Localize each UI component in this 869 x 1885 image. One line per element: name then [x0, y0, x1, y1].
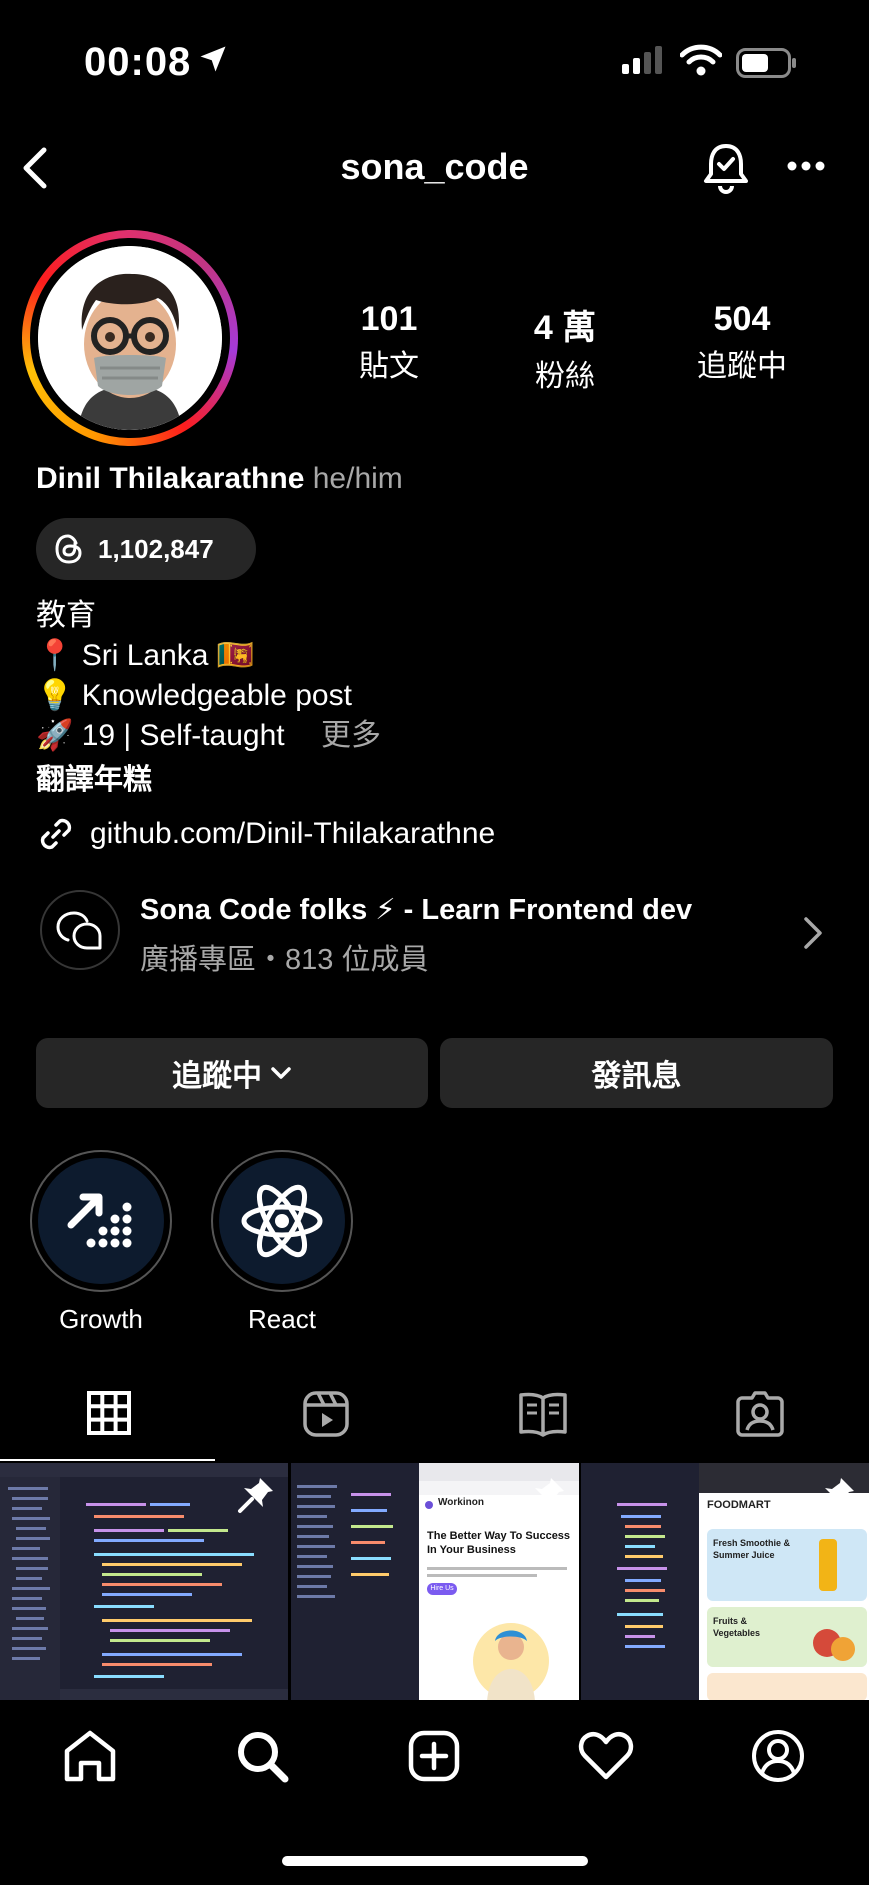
- tab-posts-grid[interactable]: [0, 1390, 217, 1438]
- nav-profile[interactable]: [748, 1726, 808, 1786]
- guides-icon: [518, 1392, 567, 1437]
- chevron-down-icon: [271, 1067, 291, 1079]
- rocket-emoji-icon: 🚀: [36, 719, 74, 752]
- highlight-label: Growth: [59, 1304, 143, 1334]
- avatar[interactable]: [38, 246, 222, 430]
- post-item-title: Fresh Smoothie & Summer Juice: [713, 1538, 791, 1560]
- pin-emoji-icon: 📍: [36, 639, 74, 672]
- threads-icon: [55, 534, 82, 564]
- nav-activity[interactable]: [576, 1726, 636, 1786]
- status-time: 00:08: [84, 40, 192, 84]
- link-icon: [40, 818, 72, 850]
- followers-label: 粉絲: [535, 360, 595, 393]
- nav-create[interactable]: [404, 1726, 464, 1786]
- heart-icon: [578, 1732, 634, 1780]
- pinned-icon: [238, 1478, 273, 1513]
- bio-line-location: 📍 Sri Lanka 🇱🇰: [36, 636, 254, 676]
- home-icon: [64, 1730, 116, 1782]
- post-thumbnail[interactable]: Workinon The Better Way To Success In Yo…: [291, 1463, 579, 1701]
- profile-link[interactable]: github.com/Dinil-Thilakarathne: [36, 814, 495, 854]
- stat-posts[interactable]: 101 貼文: [324, 300, 454, 385]
- posts-label: 貼文: [359, 350, 419, 383]
- bio-line-age: 🚀 19 | Self-taught 更多: [36, 716, 381, 756]
- grid-icon: [86, 1391, 131, 1435]
- tagged-icon: [735, 1391, 784, 1437]
- active-tab-indicator: [0, 1459, 215, 1461]
- cellular-signal-icon: [622, 46, 662, 74]
- location-arrow-icon: [200, 46, 226, 72]
- notification-bell-icon[interactable]: [700, 140, 752, 196]
- bio-text: Sri Lanka 🇱🇰: [81, 639, 255, 672]
- tab-guides[interactable]: [434, 1390, 651, 1438]
- channel-subtitle: 廣播專區・813 位成員: [140, 944, 429, 976]
- following-count: 504: [713, 300, 771, 338]
- full-name: Dinil Thilakarathne: [36, 462, 305, 495]
- translate-link[interactable]: 翻譯年糕: [36, 756, 152, 798]
- reels-icon: [302, 1391, 349, 1437]
- followers-count: 4 萬: [533, 309, 597, 347]
- broadcast-channel-icon: [56, 911, 102, 950]
- threads-badge[interactable]: 1,102,847: [36, 518, 256, 580]
- battery-icon: [736, 48, 796, 78]
- broadcast-channel[interactable]: Sona Code folks ⚡ - Learn Frontend dev 廣…: [36, 880, 836, 980]
- chevron-right-icon: [804, 917, 822, 949]
- following-button-label: 追蹤中: [172, 1060, 262, 1093]
- search-icon: [238, 1732, 289, 1783]
- nav-search[interactable]: [232, 1726, 292, 1786]
- more-options-icon[interactable]: [786, 160, 826, 172]
- highlight-label: React: [248, 1304, 316, 1334]
- post-cta: Hire Us: [427, 1583, 457, 1595]
- following-label: 追蹤中: [697, 350, 787, 383]
- memoji-avatar-icon: [38, 246, 222, 430]
- tab-tagged[interactable]: [651, 1390, 868, 1438]
- tab-reels[interactable]: [217, 1390, 434, 1438]
- highlight-react[interactable]: React: [211, 1150, 353, 1335]
- profile-avatar-icon: [752, 1730, 804, 1782]
- channel-title: Sona Code folks ⚡ - Learn Frontend dev: [140, 894, 693, 926]
- growth-icon: [67, 1193, 132, 1248]
- following-button[interactable]: 追蹤中: [36, 1038, 428, 1108]
- bio-text: 19 | Self-taught: [81, 719, 285, 752]
- post-item-title: Fruits & Vegetables: [713, 1616, 761, 1638]
- bulb-emoji-icon: 💡: [36, 679, 74, 712]
- stat-following[interactable]: 504 追蹤中: [677, 300, 807, 385]
- bio-text: Knowledgeable post: [81, 679, 352, 712]
- wifi-icon: [680, 44, 722, 76]
- posts-count: 101: [360, 300, 418, 338]
- post-headline: The Better Way To Success In Your Busine…: [427, 1530, 571, 1556]
- stat-followers[interactable]: 4 萬 粉絲: [500, 300, 630, 395]
- profile-name: Dinil Thilakarathne he/him: [36, 462, 403, 496]
- pinned-icon: [819, 1478, 854, 1513]
- post-brand: Workinon: [438, 1497, 484, 1508]
- pinned-icon: [529, 1478, 564, 1513]
- bio-more-link[interactable]: 更多: [321, 719, 381, 752]
- link-text: github.com/Dinil-Thilakarathne: [90, 817, 496, 850]
- bio-line-post: 💡 Knowledgeable post: [36, 676, 352, 716]
- message-button[interactable]: 發訊息: [440, 1038, 833, 1108]
- highlight-growth[interactable]: Growth: [30, 1150, 172, 1335]
- react-atom-icon: [241, 1184, 323, 1258]
- add-post-icon: [408, 1730, 460, 1782]
- nav-home[interactable]: [60, 1726, 120, 1786]
- bottom-navigation: [0, 1700, 869, 1812]
- home-indicator[interactable]: [282, 1856, 588, 1866]
- person-illustration: [473, 1623, 549, 1701]
- post-thumbnail[interactable]: FOODMART Fresh Smoothie & Summer Juice F…: [581, 1463, 869, 1701]
- pronouns: he/him: [312, 462, 403, 495]
- post-brand: FOODMART: [707, 1499, 771, 1511]
- post-thumbnail[interactable]: [0, 1463, 288, 1701]
- profile-category: 教育: [36, 599, 96, 632]
- threads-count: 1,102,847: [98, 533, 214, 564]
